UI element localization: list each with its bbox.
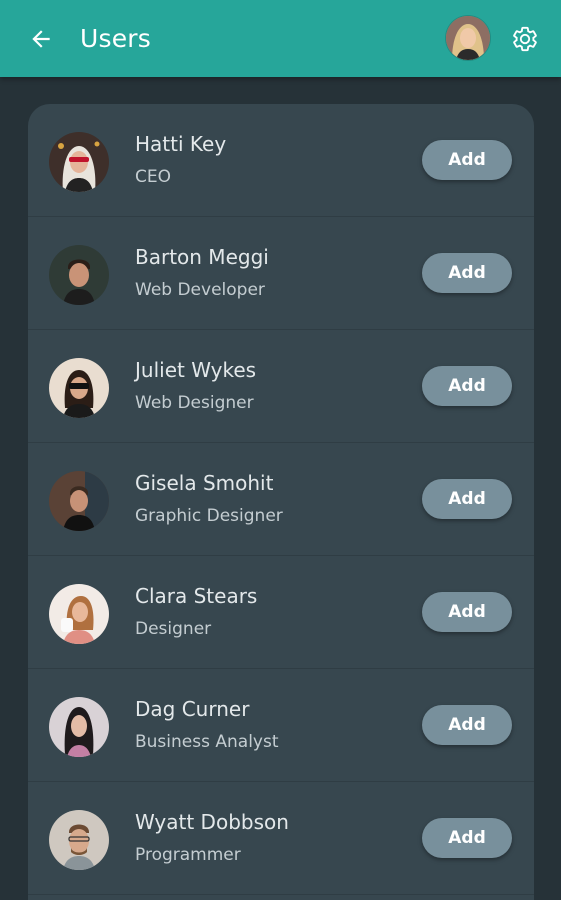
list-item: Barton Meggi Web Developer Add (28, 217, 534, 330)
settings-button[interactable] (508, 22, 542, 56)
list-item: Dag Curner Business Analyst Add (28, 669, 534, 782)
user-role: Programmer (135, 845, 241, 865)
user-role: Graphic Designer (135, 506, 283, 526)
user-role: CEO (135, 167, 171, 187)
user-role: Business Analyst (135, 732, 279, 752)
list-item: Hatti Key CEO Add (28, 104, 534, 217)
list-item: Juliet Wykes Web Designer Add (28, 330, 534, 443)
app-bar: Users (0, 0, 561, 77)
avatar (49, 471, 109, 531)
profile-avatar[interactable] (446, 16, 490, 60)
gear-icon (511, 25, 539, 53)
user-name: Gisela Smohit (135, 471, 274, 495)
add-button[interactable]: Add (422, 705, 512, 745)
add-button[interactable]: Add (422, 592, 512, 632)
user-name: Juliet Wykes (135, 358, 257, 382)
add-button[interactable]: Add (422, 140, 512, 180)
user-name: Dag Curner (135, 697, 250, 721)
avatar (49, 697, 109, 757)
add-button[interactable]: Add (422, 253, 512, 293)
avatar (49, 245, 109, 305)
list-item: Gisela Smohit Graphic Designer Add (28, 443, 534, 556)
avatar (49, 810, 109, 870)
page-title: Users (80, 24, 152, 53)
users-screen: Users Hatti Key CEO Add Barton Meggi Web… (0, 0, 561, 900)
user-role: Designer (135, 619, 212, 639)
add-button[interactable]: Add (422, 366, 512, 406)
add-button[interactable]: Add (422, 479, 512, 519)
user-name: Hatti Key (135, 132, 227, 156)
user-list: Hatti Key CEO Add Barton Meggi Web Devel… (28, 104, 534, 900)
user-name: Wyatt Dobbson (135, 810, 289, 834)
user-name: Barton Meggi (135, 245, 269, 269)
user-role: Web Developer (135, 280, 265, 300)
list-item: Wyatt Dobbson Programmer Add (28, 782, 534, 895)
add-button[interactable]: Add (422, 818, 512, 858)
arrow-left-icon (28, 26, 54, 52)
user-name: Clara Stears (135, 584, 258, 608)
back-button[interactable] (22, 20, 60, 58)
avatar (49, 584, 109, 644)
avatar (49, 132, 109, 192)
avatar (49, 358, 109, 418)
user-role: Web Designer (135, 393, 254, 413)
list-item: Clara Stears Designer Add (28, 556, 534, 669)
